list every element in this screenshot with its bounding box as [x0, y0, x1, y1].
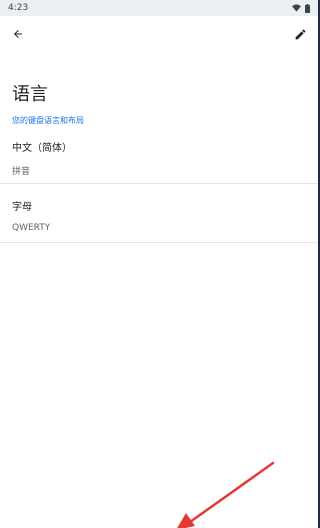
- language-layout: 拼音: [12, 167, 31, 177]
- arrow-left-icon: [14, 30, 22, 38]
- status-bar: 4:23: [0, 0, 318, 16]
- pencil-icon: [295, 29, 305, 39]
- language-name: 中文（简体）: [12, 143, 72, 154]
- battery-icon: [305, 3, 310, 13]
- back-button[interactable]: [10, 26, 26, 42]
- status-icons: [292, 3, 310, 13]
- edit-button[interactable]: [292, 26, 308, 42]
- page-title: 语言: [12, 84, 48, 105]
- page-subtitle: 您的键盘语言和布局: [12, 116, 84, 125]
- language-item-chinese[interactable]: 中文（简体） 拼音: [0, 137, 318, 184]
- wifi-icon: [292, 4, 301, 12]
- language-item-alphabet[interactable]: 字母 QWERTY: [0, 196, 318, 243]
- status-time: 4:23: [8, 3, 29, 13]
- screen-frame: [0, 0, 320, 528]
- language-name: 字母: [12, 202, 32, 213]
- app-bar: [0, 16, 318, 52]
- language-layout: QWERTY: [12, 223, 51, 233]
